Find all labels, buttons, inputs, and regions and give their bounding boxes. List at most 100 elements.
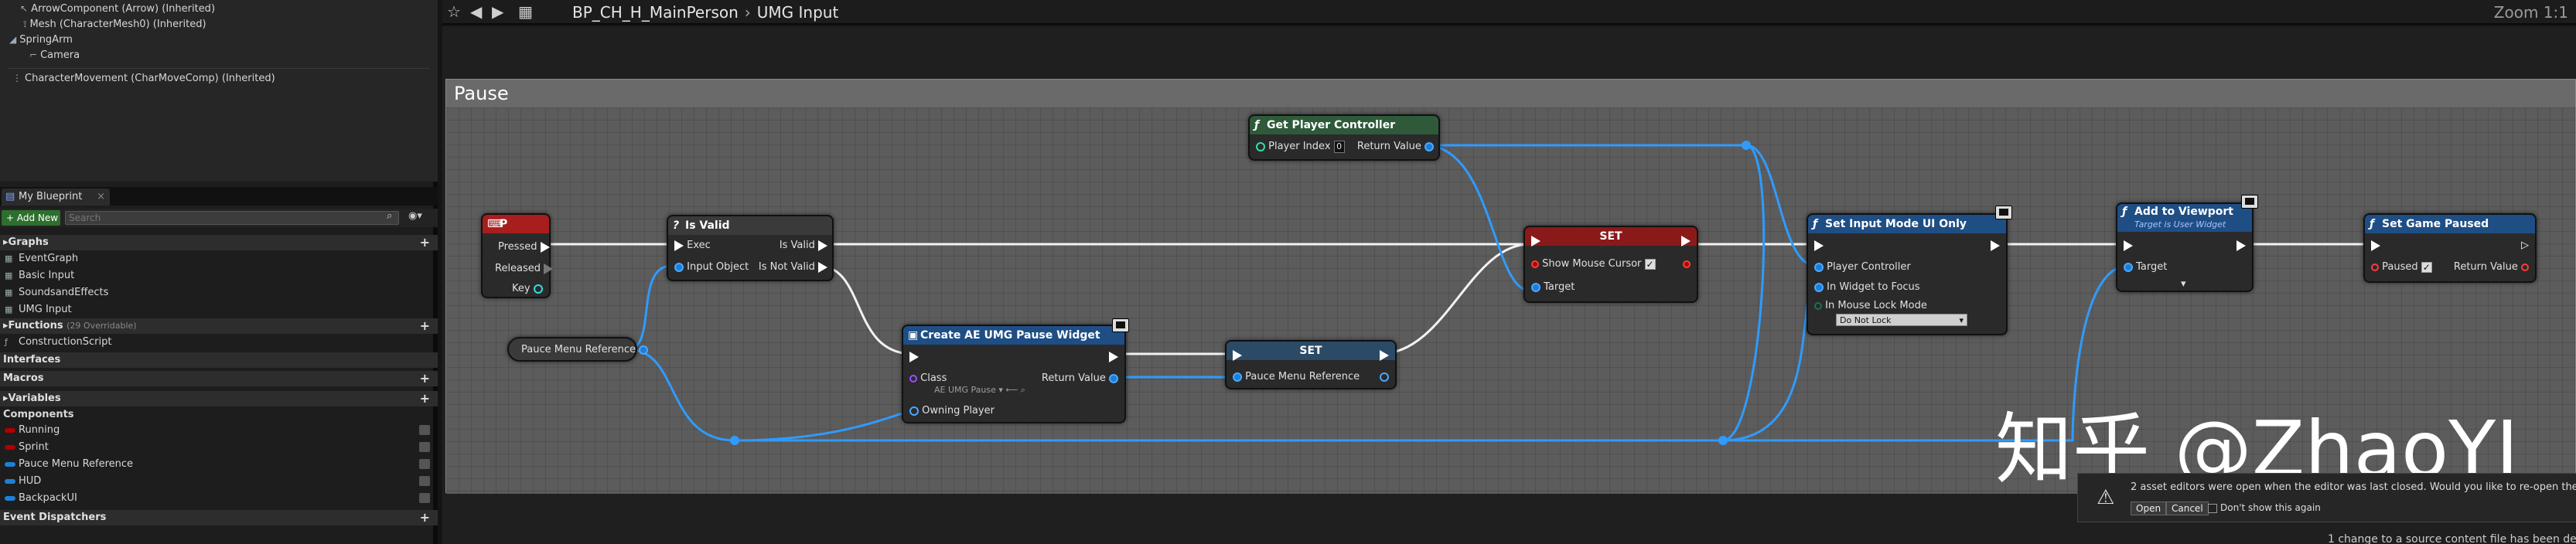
pin-exec-out[interactable] xyxy=(1991,240,2000,252)
show-cursor-checkbox[interactable]: ✓ xyxy=(1644,258,1656,270)
pin-exec-out[interactable]: ▷ xyxy=(2520,240,2529,252)
visibility-icon[interactable] xyxy=(419,476,430,486)
pin-show-mouse-cursor[interactable]: Show Mouse Cursor ✓ xyxy=(1531,258,1656,270)
node-set-show-cursor[interactable]: SET Show Mouse Cursor ✓ Target xyxy=(1523,226,1698,303)
pin-owning-player[interactable]: Owning Player xyxy=(909,405,995,417)
forward-arrow-icon[interactable]: ▶ xyxy=(492,2,503,21)
tree-item-movement[interactable]: ⋮ CharacterMovement (CharMoveComp) (Inher… xyxy=(12,71,275,85)
mouse-lock-dropdown[interactable]: Do Not Lock ▾ xyxy=(1836,314,1967,326)
pin-is-valid[interactable]: Is Valid xyxy=(780,240,827,252)
checkbox-box[interactable] xyxy=(2208,503,2217,513)
object-pin[interactable] xyxy=(2124,262,2133,272)
back-arrow-icon[interactable]: ◀ xyxy=(470,2,482,21)
pin-pauce-ref[interactable]: Pauce Menu Reference xyxy=(1233,371,1360,383)
node-pauce-ref-getter[interactable]: Pauce Menu Reference xyxy=(507,337,649,362)
pin-pauce-ref-out[interactable] xyxy=(1380,371,1389,383)
pin-return-value[interactable]: Return Value xyxy=(1357,141,1434,153)
player-index-input[interactable]: 0 xyxy=(1333,141,1345,153)
add-macro-icon[interactable]: + xyxy=(420,371,430,386)
exec-pin[interactable] xyxy=(818,261,827,273)
object-pin[interactable] xyxy=(909,406,919,416)
pin-bool-out[interactable] xyxy=(1683,258,1691,270)
tree-item-camera[interactable]: ⌐ Camera xyxy=(29,48,80,62)
exec-pin[interactable] xyxy=(674,240,684,251)
visibility-icon[interactable] xyxy=(419,425,430,435)
graph-item-umg-input[interactable]: ▦ UMG Input xyxy=(0,303,438,317)
struct-pin[interactable] xyxy=(533,284,543,294)
exec-pin[interactable] xyxy=(1531,235,1540,246)
functions-header[interactable]: ▸Functions (29 Overridable) + xyxy=(0,318,438,334)
tree-item-mesh[interactable]: ⟟ Mesh (CharacterMesh0) (Inherited) xyxy=(23,17,206,31)
pin-player-controller[interactable]: Player Controller xyxy=(1814,261,1911,274)
pin-exec-in[interactable] xyxy=(2371,240,2380,252)
pin-is-not-valid[interactable]: Is Not Valid xyxy=(759,261,827,274)
object-pin[interactable] xyxy=(1424,141,1434,151)
tab-my-blueprint[interactable]: ▤ My Blueprint × xyxy=(2,189,110,206)
node-create-widget[interactable]: ▣ Create AE UMG Pause Widget Class AE UMG… xyxy=(902,318,1129,423)
open-button[interactable]: Open xyxy=(2131,502,2167,515)
pin-pressed[interactable]: Pressed xyxy=(498,241,550,253)
pin-exec[interactable]: Exec xyxy=(674,240,711,252)
exec-pin[interactable] xyxy=(1681,235,1691,246)
exec-pin[interactable] xyxy=(1991,240,2000,251)
node-get-player-controller[interactable]: ƒ Get Player Controller Player Index 0 Re… xyxy=(1248,114,1440,161)
add-graph-icon[interactable]: + xyxy=(420,235,430,250)
pin-exec-in[interactable] xyxy=(1531,235,1540,247)
pin-exec-in[interactable] xyxy=(1233,349,1242,362)
pin-key[interactable]: Key xyxy=(512,283,543,295)
pin-exec-in[interactable] xyxy=(2124,240,2133,252)
star-icon[interactable]: ☆ xyxy=(447,2,461,21)
exec-pin[interactable] xyxy=(2124,240,2133,251)
pin-class[interactable]: Class xyxy=(909,372,947,385)
graph-item-sounds[interactable]: ▦ SoundsandEffects xyxy=(0,286,438,300)
node-set-game-paused[interactable]: ƒ Set Game Paused ▷ Paused ✓ Return Value xyxy=(2363,213,2537,283)
breadcrumb-graph[interactable]: UMG Input xyxy=(757,3,839,22)
close-icon[interactable]: × xyxy=(97,189,105,206)
exec-pin[interactable] xyxy=(1380,349,1389,361)
bool-pin[interactable] xyxy=(1683,260,1691,268)
object-pin[interactable] xyxy=(1814,282,1824,292)
pin-target[interactable]: Target xyxy=(2124,261,2167,274)
object-pin[interactable] xyxy=(1814,262,1824,272)
pin-exec-out[interactable] xyxy=(1109,351,1118,363)
breadcrumb-blueprint[interactable]: BP_CH_H_MainPerson xyxy=(572,3,739,22)
pin-released[interactable]: Released xyxy=(495,263,554,275)
object-pin[interactable] xyxy=(1531,282,1540,292)
exec-pin[interactable] xyxy=(544,263,554,274)
variable-item-sprint[interactable]: Sprint xyxy=(0,440,438,454)
pin-mouse-lock-mode[interactable]: In Mouse Lock Mode xyxy=(1814,300,1927,312)
visibility-icon[interactable] xyxy=(419,442,430,452)
object-pin[interactable] xyxy=(1109,373,1118,383)
node-is-valid[interactable]: ? Is Valid Exec Input Object Is Valid Is … xyxy=(667,215,834,281)
variable-item-backpack[interactable]: BackpackUI xyxy=(0,491,438,505)
enum-pin[interactable] xyxy=(1814,301,1822,310)
pin-exec-out[interactable] xyxy=(1380,349,1389,362)
search-input[interactable] xyxy=(65,211,399,225)
variables-components-group[interactable]: Components xyxy=(0,408,438,422)
variable-item-pauce-ref[interactable]: Pauce Menu Reference xyxy=(0,457,438,471)
pin-exec-in[interactable] xyxy=(1814,240,1824,252)
graph-item-basic-input[interactable]: ▦ Basic Input xyxy=(0,269,438,283)
int-pin[interactable] xyxy=(1256,141,1265,151)
node-add-to-viewport[interactable]: ƒ Add to Viewport Target is User Widget T… xyxy=(2116,195,2258,292)
node-set-input-mode[interactable]: ƒ Set Input Mode UI Only Player Controlle… xyxy=(1807,206,2012,335)
class-selector[interactable]: AE UMG Pause ▾ ⟵ ⌕ xyxy=(934,385,1025,396)
pin-input-object[interactable]: Input Object xyxy=(674,261,749,274)
pin-widget-to-focus[interactable]: In Widget to Focus xyxy=(1814,281,1920,294)
exec-pin[interactable] xyxy=(2237,240,2246,251)
variables-header[interactable]: ▸Variables + xyxy=(0,391,438,406)
pin-exec-out[interactable] xyxy=(2237,240,2246,252)
bool-pin[interactable] xyxy=(2371,263,2379,271)
bool-pin[interactable] xyxy=(2521,263,2529,271)
add-variable-icon[interactable]: + xyxy=(420,391,430,406)
bool-pin[interactable] xyxy=(1531,260,1539,268)
object-pin[interactable] xyxy=(1380,372,1389,382)
interfaces-header[interactable]: Interfaces xyxy=(0,352,438,368)
pin-exec-out[interactable] xyxy=(1681,235,1691,247)
exec-pin[interactable] xyxy=(2371,240,2380,251)
add-new-button[interactable]: + Add New xyxy=(2,210,60,226)
pin-target[interactable]: Target xyxy=(1531,281,1575,294)
node-p-key-event[interactable]: ⌨ P Pressed Released Key xyxy=(481,213,554,298)
pin-return-value[interactable]: Return Value xyxy=(2454,261,2529,274)
paused-checkbox[interactable]: ✓ xyxy=(2421,261,2432,273)
